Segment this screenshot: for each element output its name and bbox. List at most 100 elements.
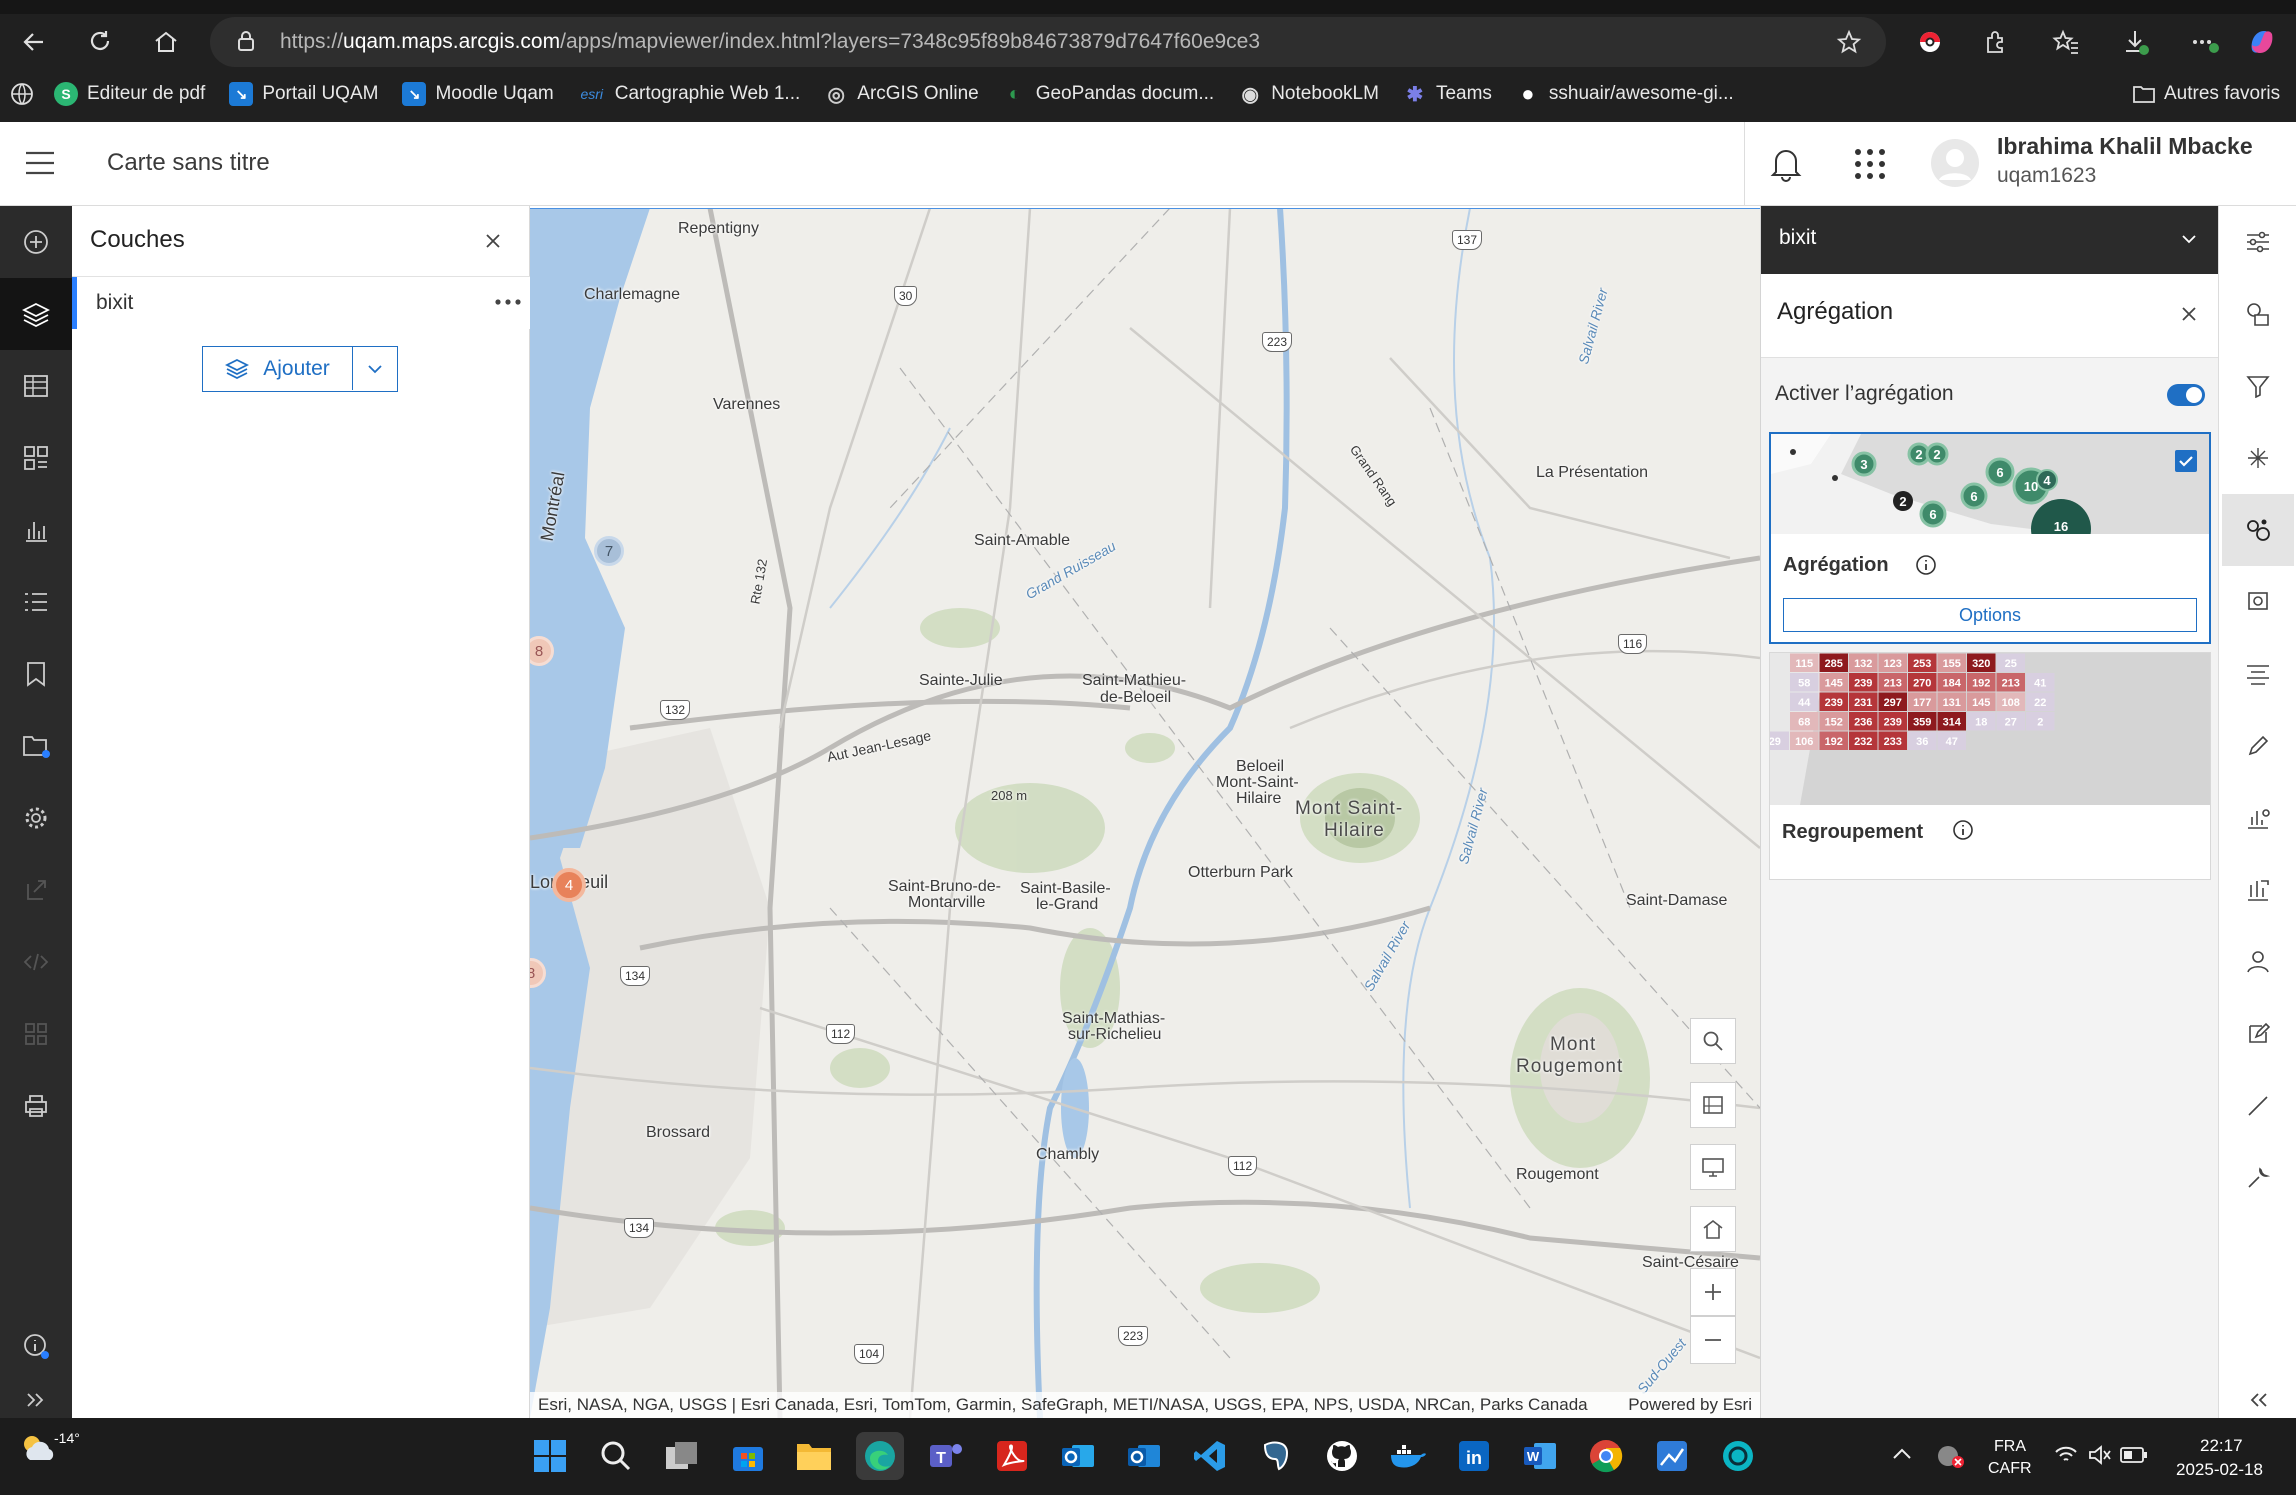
bookmark-arcgis-online[interactable]: ◎ ArcGIS Online [824,82,979,106]
app-launcher-icon[interactable] [1854,148,1886,180]
aggregation-button[interactable] [2222,494,2294,566]
add-button[interactable]: Ajouter [203,347,353,390]
aggregation-toggle[interactable] [2167,384,2205,406]
docker-app-icon[interactable] [1384,1432,1432,1480]
linkedin-app-icon[interactable]: in [1450,1432,1498,1480]
bookmark-portail-uqam[interactable]: ↘ Portail UQAM [229,82,378,106]
clock-date[interactable]: 2025-02-18 [2176,1460,2263,1480]
map-search-button[interactable] [1690,1018,1736,1064]
effects-button[interactable] [2222,422,2294,494]
aggregation-card[interactable]: 3 2 2 6 4 10 2 6 6 16 Agrégation Options [1769,432,2211,644]
sketch-button[interactable] [2222,998,2294,1070]
info-button[interactable] [0,1310,72,1382]
globe-icon[interactable] [10,82,34,106]
map-title[interactable]: Carte sans titre [107,149,270,177]
more-menu-icon[interactable] [2182,20,2226,64]
clock-time[interactable]: 22:17 [2200,1436,2243,1456]
selected-checkbox[interactable] [2175,450,2197,472]
user-name[interactable]: Ibrahima Khalil Mbacke [1997,133,2253,160]
network-alert-icon[interactable] [1936,1442,1966,1470]
filter-button[interactable] [2222,350,2294,422]
legend-button[interactable] [0,422,72,494]
avatar[interactable] [1930,138,1980,188]
map-view[interactable]: Repentigny Charlemagne Varennes Saint-Am… [530,208,1760,1418]
teams-app-icon[interactable]: T [922,1432,970,1480]
other-bookmarks[interactable]: Autres favoris [2132,83,2280,105]
embed-button[interactable] [0,926,72,998]
file-explorer-app-icon[interactable] [790,1432,838,1480]
labels-button[interactable] [2222,638,2294,710]
options-button[interactable]: Options [1783,598,2197,632]
start-button[interactable] [526,1432,574,1480]
powered-by[interactable]: Powered by Esri [1628,1395,1752,1415]
chevron-up-icon[interactable] [1892,1446,1912,1460]
edge-app-icon[interactable] [856,1432,904,1480]
notification-bell-icon[interactable] [1770,146,1802,182]
layer-selector[interactable]: bixit [1761,206,2219,274]
github-app-icon[interactable] [1318,1432,1366,1480]
search-button[interactable] [592,1432,640,1480]
zoom-in-button[interactable] [1690,1268,1736,1316]
measure-button[interactable] [2222,1070,2294,1142]
speaker-muted-icon[interactable] [2088,1444,2112,1466]
battery-icon[interactable] [2120,1446,2148,1464]
star-icon[interactable] [1836,29,1862,55]
store-app-icon[interactable] [724,1432,772,1480]
print-button[interactable] [0,1070,72,1142]
reload-icon[interactable] [78,20,122,64]
charts-button[interactable] [0,494,72,566]
copilot-icon[interactable] [2240,20,2284,64]
close-icon[interactable] [2181,306,2197,322]
layers-button[interactable] [0,278,72,350]
layer-item-bixit[interactable]: bixit [72,277,530,329]
back-icon[interactable] [12,20,56,64]
cluster-marker[interactable]: 4 [552,868,586,902]
bookmark-moodle[interactable]: ↘ Moodle Uqam [402,82,554,106]
create-app-button[interactable] [0,998,72,1070]
acrobat-app-icon[interactable] [988,1432,1036,1480]
postgresql-app-icon[interactable] [1252,1432,1300,1480]
outlook-app-icon[interactable] [1054,1432,1102,1480]
map-properties-button[interactable] [0,782,72,854]
fields-button[interactable] [2222,782,2294,854]
downloads-icon[interactable] [2114,20,2158,64]
info-icon[interactable] [1915,554,1937,576]
bookmarks-button[interactable] [0,638,72,710]
home-extent-button[interactable] [1690,1206,1736,1252]
language-indicator[interactable]: FRA [1994,1438,2026,1456]
bookmark-geopandas[interactable]: ◐ GeoPandas docum... [1003,82,1215,106]
outlook-new-app-icon[interactable] [1120,1432,1168,1480]
weather-widget[interactable]: -14° [20,1430,80,1466]
extensions-icon[interactable] [1974,20,2018,64]
add-dropdown-button[interactable] [353,347,397,390]
hamburger-menu-icon[interactable] [24,150,56,176]
bookmark-cartographie[interactable]: esri Cartographie Web 1... [578,82,800,106]
bookmark-teams[interactable]: ✱ Teams [1403,82,1492,106]
vscode-app-icon[interactable] [1186,1432,1234,1480]
word-app-icon[interactable]: W [1516,1432,1564,1480]
pokeball-extension-icon[interactable] [1908,20,1952,64]
analysis-button[interactable] [2222,926,2294,998]
share-button[interactable] [0,854,72,926]
cluster-marker[interactable]: 7 [594,536,624,566]
wifi-icon[interactable] [2054,1444,2078,1466]
properties-button[interactable] [2222,206,2294,278]
save-button[interactable] [0,710,72,782]
copilot-app-icon[interactable] [1714,1432,1762,1480]
arcgis-pro-app-icon[interactable] [1648,1432,1696,1480]
basemap-toggle-button[interactable] [1690,1082,1736,1128]
address-bar[interactable]: https://uqam.maps.arcgis.com/apps/mapvie… [210,17,1886,67]
task-view-button[interactable] [658,1432,706,1480]
bookmark-github[interactable]: ● sshuair/awesome-gi... [1516,81,1733,106]
expand-rail-button[interactable] [0,1382,72,1418]
bookmark-editeur-pdf[interactable]: S Editeur de pdf [54,82,205,106]
bookmark-notebooklm[interactable]: ◉ NotebookLM [1238,82,1378,106]
tables-button[interactable] [0,350,72,422]
add-layer-button[interactable] [0,206,72,278]
fullscreen-button[interactable] [1690,1144,1736,1190]
info-icon[interactable] [1952,819,1974,841]
popups-button[interactable] [2222,566,2294,638]
more-options-icon[interactable] [495,299,521,305]
close-icon[interactable] [484,232,502,250]
settings-tool-button[interactable] [2222,1142,2294,1214]
